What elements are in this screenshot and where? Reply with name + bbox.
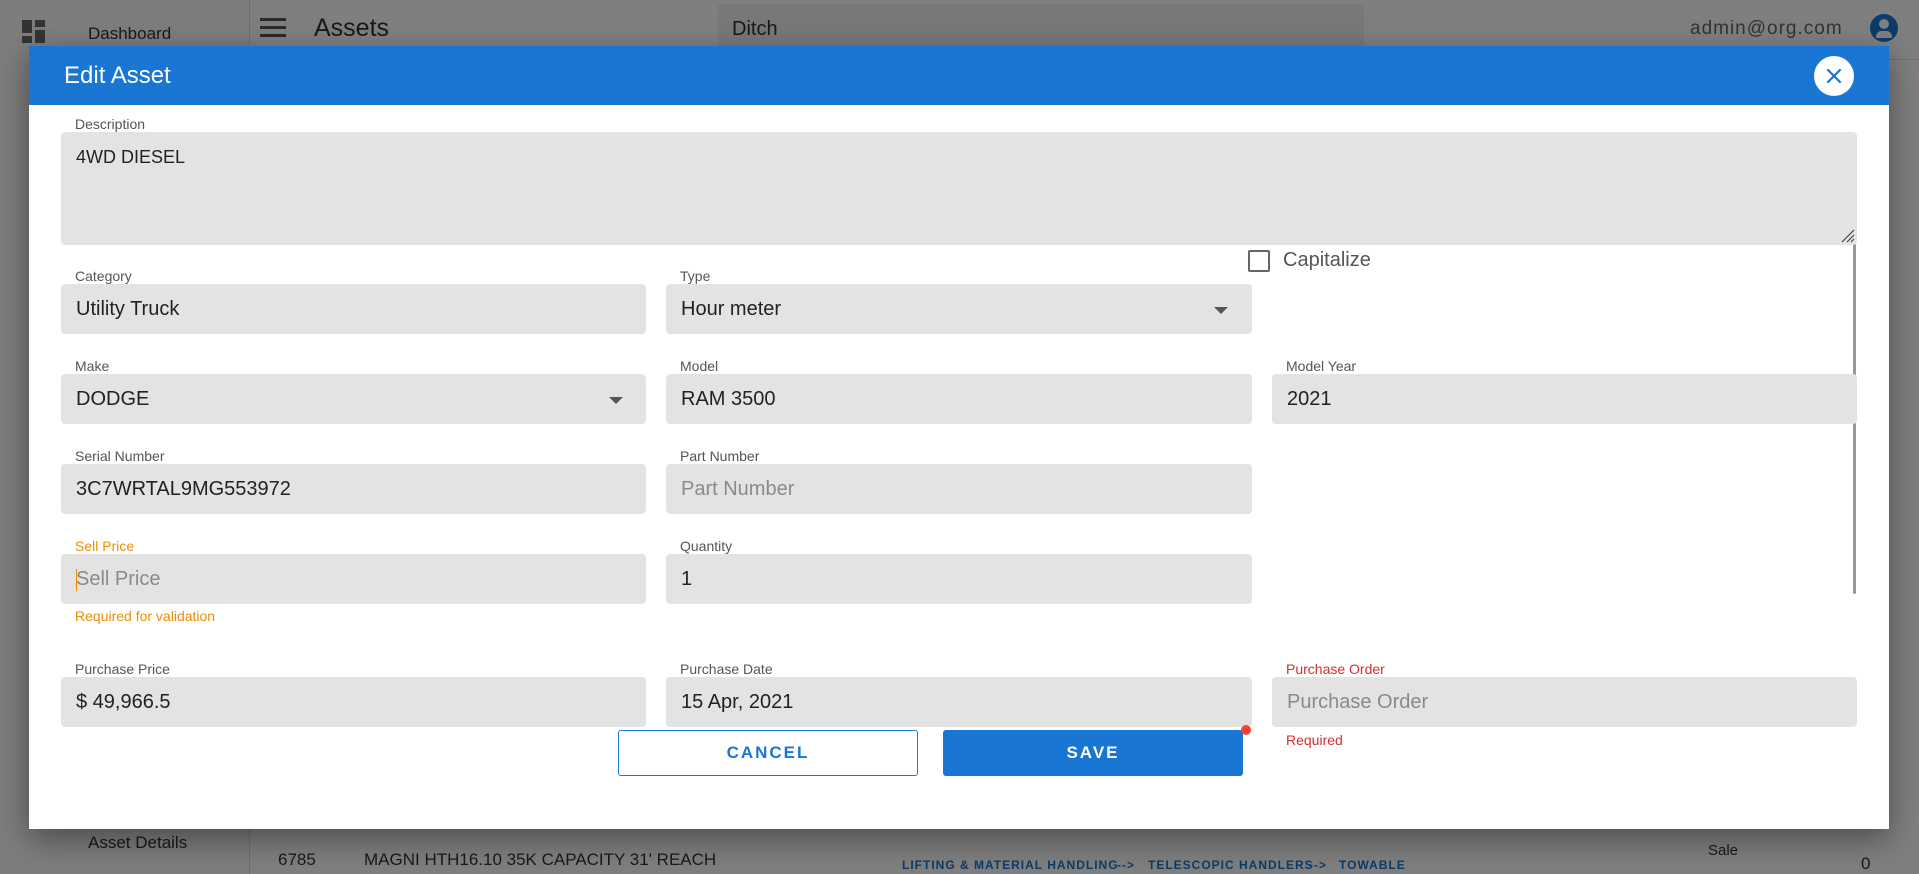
description-label: Description [75, 116, 146, 132]
sell-price-placeholder: Sell Price [76, 568, 161, 590]
type-label: Type [680, 268, 711, 284]
sell-price-label: Sell Price [75, 538, 135, 554]
chevron-down-icon[interactable] [609, 397, 623, 404]
model-value: RAM 3500 [681, 388, 776, 410]
capitalize-checkbox[interactable] [1248, 250, 1270, 272]
purchase-price-value: $ 49,966.5 [76, 691, 171, 713]
model-label: Model [680, 358, 719, 374]
close-icon [1826, 68, 1842, 84]
text-caret [76, 569, 77, 591]
model-year-value: 2021 [1287, 388, 1332, 410]
purchase-order-helper: Required [1286, 732, 1343, 748]
description-value: 4WD DIESEL [76, 147, 186, 167]
save-button[interactable]: SAVE [943, 730, 1243, 776]
dialog-header: Edit Asset [29, 46, 1889, 105]
chevron-down-icon[interactable] [1214, 307, 1228, 314]
purchase-price-label: Purchase Price [75, 661, 170, 677]
serial-number-value: 3C7WRTAL9MG553972 [76, 478, 291, 500]
serial-number-label: Serial Number [75, 448, 165, 464]
capitalize-label[interactable]: Capitalize [1283, 249, 1371, 272]
model-year-label: Model Year [1286, 358, 1357, 374]
make-value: DODGE [76, 388, 150, 410]
dialog-title: Edit Asset [64, 62, 171, 89]
quantity-label: Quantity [680, 538, 733, 554]
part-number-placeholder: Part Number [681, 478, 795, 500]
purchase-order-placeholder: Purchase Order [1287, 691, 1429, 713]
sell-price-helper: Required for validation [75, 608, 216, 624]
make-label: Make [75, 358, 110, 374]
purchase-order-label: Purchase Order [1286, 661, 1385, 677]
resize-grip-icon[interactable] [1839, 227, 1855, 243]
quantity-input[interactable] [666, 554, 1252, 604]
unsaved-indicator-dot [1241, 725, 1251, 735]
purchase-date-value: 15 Apr, 2021 [681, 691, 794, 713]
cancel-button[interactable]: CANCEL [618, 730, 918, 776]
quantity-value: 1 [681, 568, 693, 590]
category-value: Utility Truck [76, 298, 180, 320]
purchase-date-label: Purchase Date [680, 661, 773, 677]
type-value: Hour meter [681, 298, 782, 320]
description-textarea[interactable] [61, 132, 1857, 245]
part-number-label: Part Number [680, 448, 760, 464]
model-year-input[interactable] [1272, 374, 1857, 424]
close-button[interactable] [1814, 56, 1854, 96]
category-label: Category [75, 268, 132, 284]
